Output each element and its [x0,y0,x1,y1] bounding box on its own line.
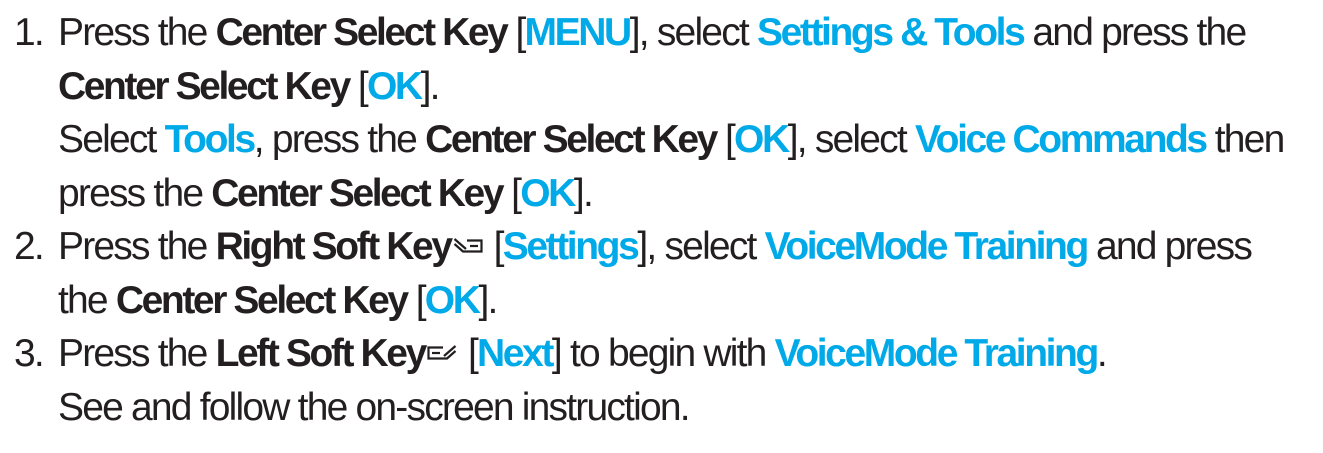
step-3-line-1: Press the Left Soft Key [Next] to begin … [58,327,1323,381]
text: Select [58,118,165,161]
text: [ [484,225,505,268]
left-soft-key-icon [427,344,457,368]
text: ]. [573,171,594,215]
text: ]. [478,278,499,322]
menu-label: MENU [524,11,633,54]
text: [ [715,118,736,161]
text: press the [58,171,212,215]
next-label: Next [476,332,554,375]
menu-item: Voice Commands [914,118,1208,161]
key-name: Center Select Key [115,278,409,322]
text: ], select [637,225,765,268]
text: and press the [1023,11,1247,54]
menu-item: Tools [164,118,257,161]
text: Press the [58,332,216,375]
step-3-line-2: See and follow the on-screen instruction… [58,381,1323,435]
step-1-line-2: Center Select Key [OK]. [58,60,1323,114]
ok-label: OK [734,118,790,161]
step-2: 2. Press the Right Soft Key [Settings], … [14,220,1323,327]
text: and press [1086,225,1253,268]
settings-label: Settings [502,225,640,268]
steps-list: 1. Press the Center Select Key [MENU], s… [14,6,1323,434]
menu-item: VoiceMode Training [764,225,1090,268]
text: ] to begin with [551,332,775,375]
step-2-line-1: Press the Right Soft Key [Settings], sel… [58,220,1323,274]
key-name: Right Soft Key [215,225,453,268]
text: then [1205,118,1286,161]
text: [ [458,332,479,375]
step-3: 3. Press the Left Soft Key [Next] to beg… [14,327,1323,434]
text: the [58,278,116,322]
text: ], select [629,11,757,54]
text: [ [502,171,522,215]
menu-item: VoiceMode Training [774,332,1100,375]
ok-label: OK [424,278,481,322]
text: [ [348,64,369,108]
step-1-line-4: press the Center Select Key [OK]. [58,167,1323,221]
step-number: 3. [14,332,45,375]
key-name: Center Select Key [215,11,509,54]
text: [ [406,278,427,322]
step-number: 2. [14,225,45,268]
text: Press the [58,11,216,54]
key-name: Center Select Key [425,118,718,161]
menu-item: Settings & Tools [756,11,1026,54]
text: . [1096,332,1108,375]
ok-label: OK [366,64,423,108]
text: ], select [787,118,915,161]
key-name: Center Select Key [211,171,504,215]
text: [ [506,11,526,54]
text: Press the [58,225,216,268]
instruction-document: 1. Press the Center Select Key [MENU], s… [0,0,1323,453]
key-name: Center Select Key [58,64,351,108]
ok-label: OK [520,171,576,215]
step-1: 1. Press the Center Select Key [MENU], s… [14,6,1323,220]
step-1-line-1: Press the Center Select Key [MENU], sele… [58,6,1323,60]
step-1-line-3: Select Tools, press the Center Select Ke… [58,113,1323,167]
key-name: Left Soft Key [215,332,428,375]
text: , press the [253,118,426,161]
text: See and follow the on-screen instruction… [58,385,691,429]
text: ]. [420,64,441,108]
step-2-line-2: the Center Select Key [OK]. [58,274,1323,328]
step-number: 1. [14,11,45,54]
right-soft-key-icon [453,237,483,261]
